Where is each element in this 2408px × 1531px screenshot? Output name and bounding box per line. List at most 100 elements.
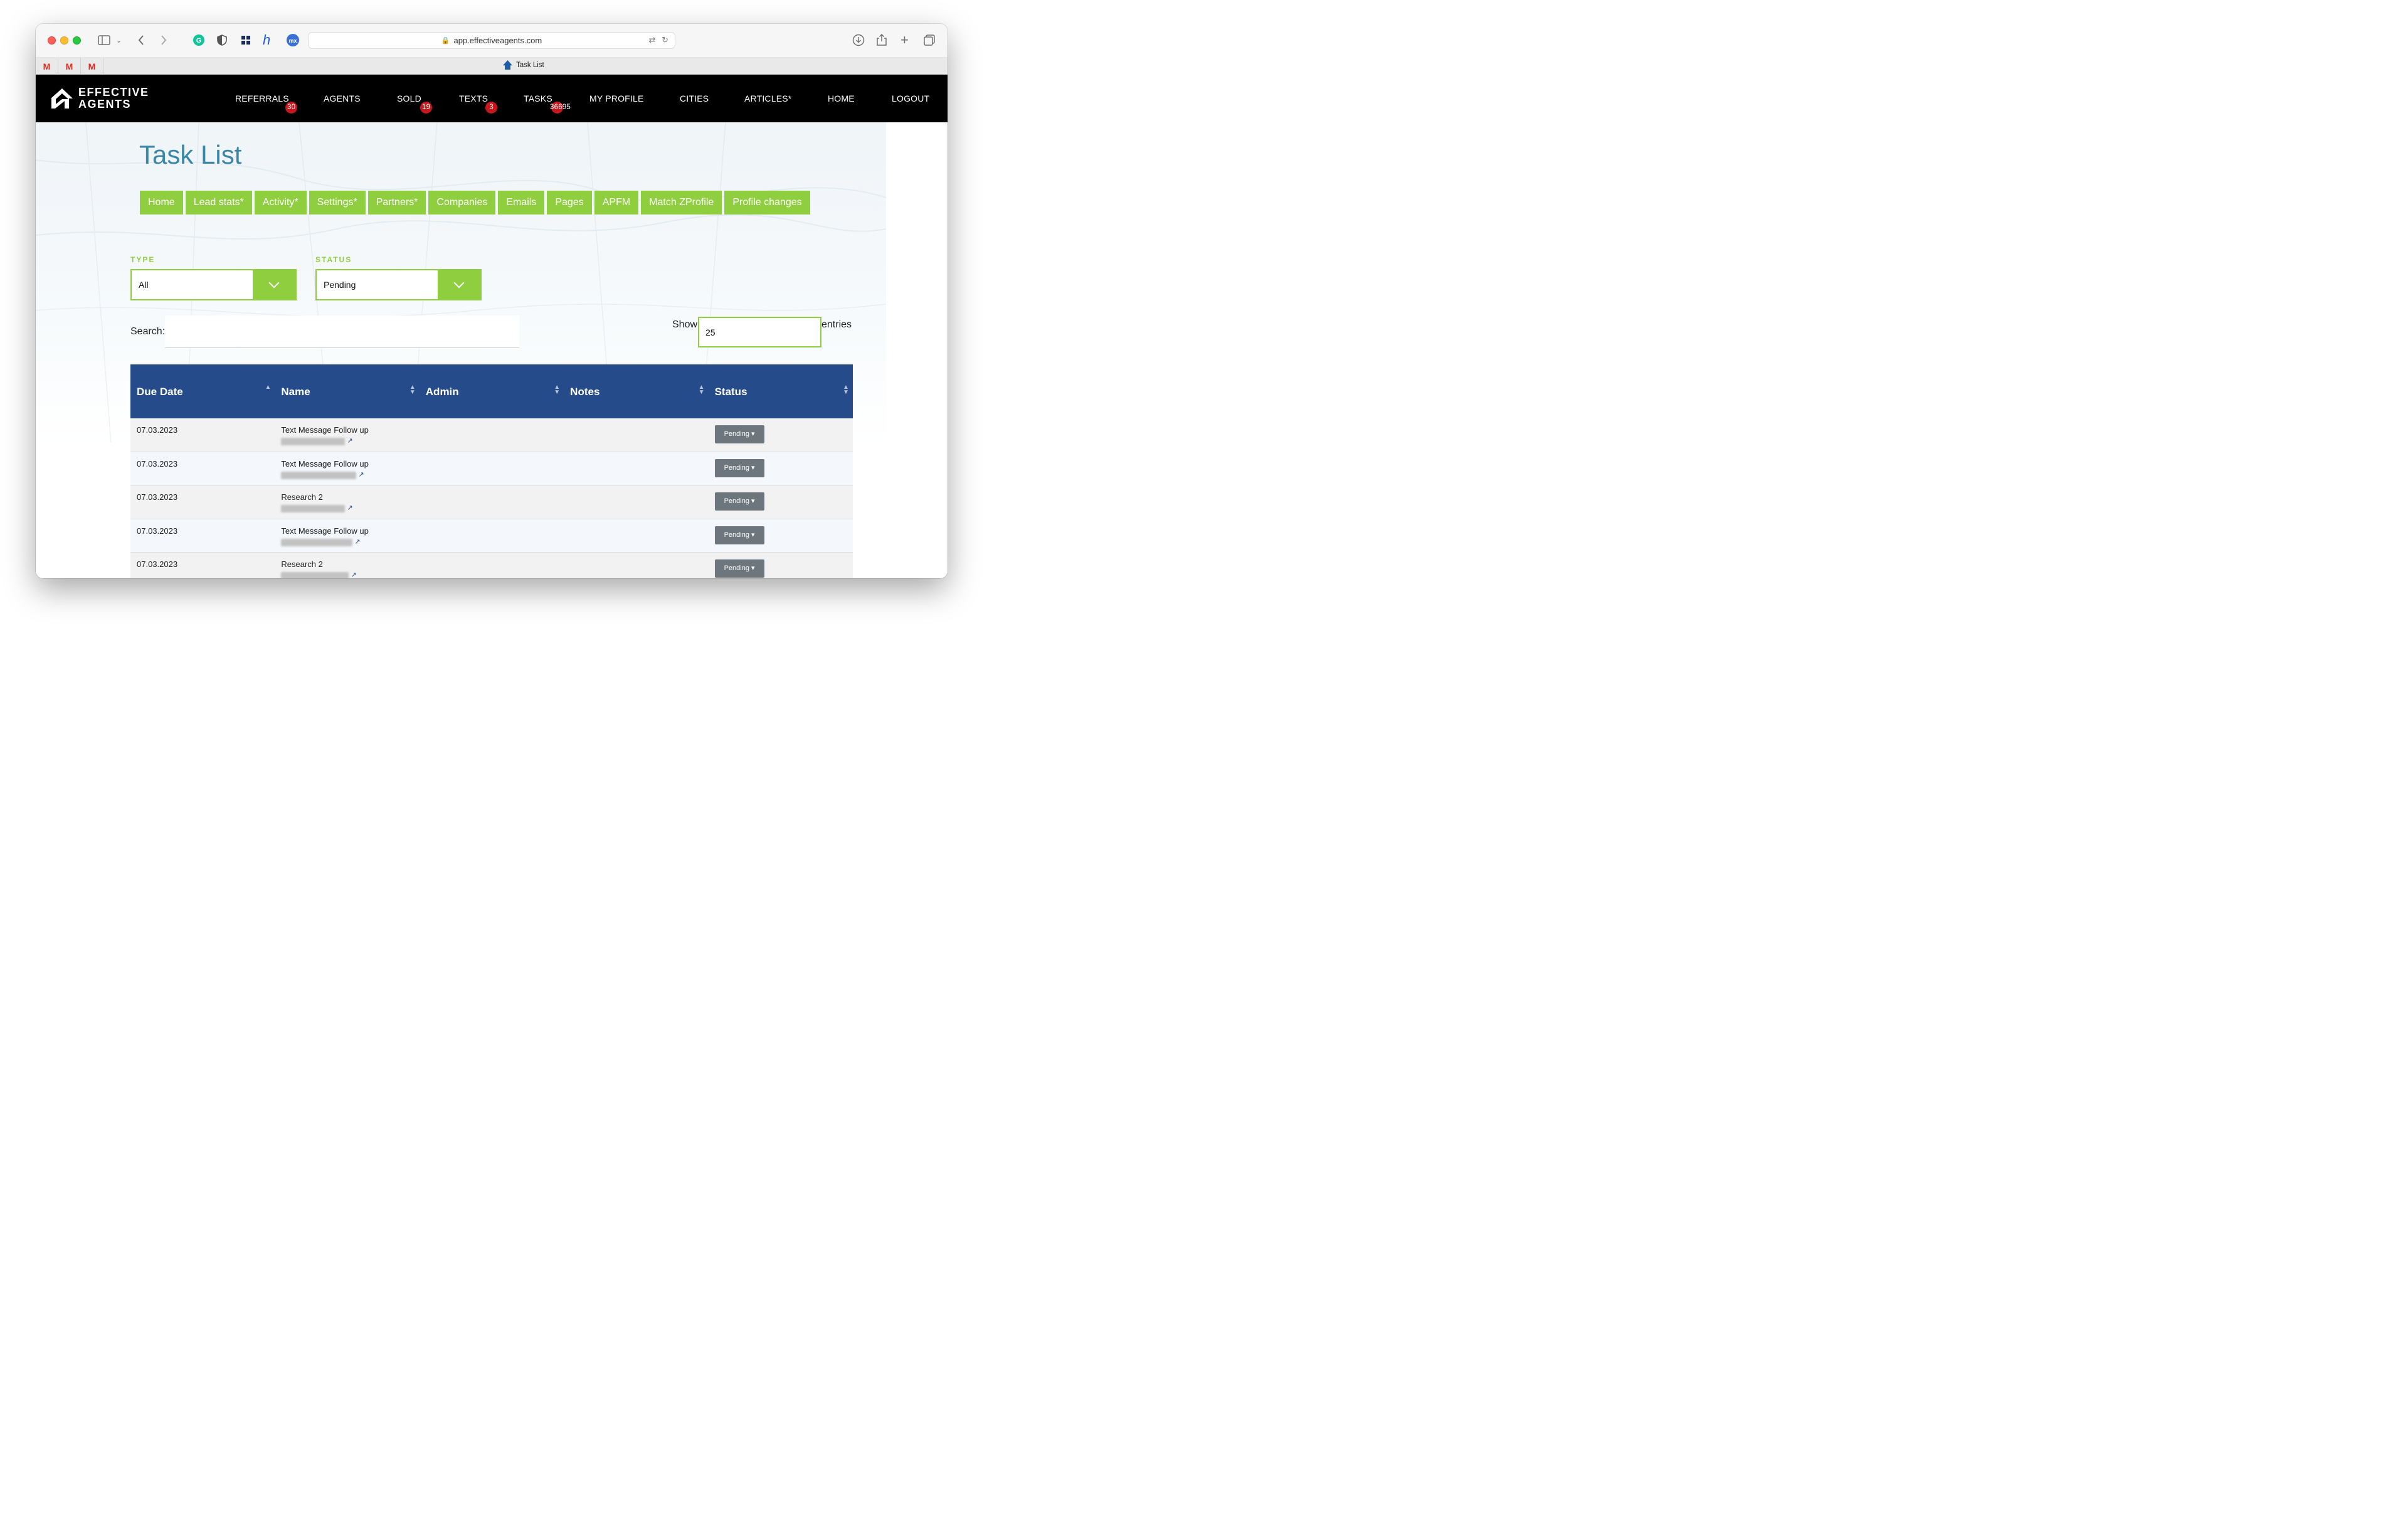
status-dropdown-button[interactable]: Pending ▾ [714, 425, 764, 443]
subnav-profile-changes-button[interactable]: Profile changes [724, 191, 810, 215]
subnav-partners-button[interactable]: Partners* [367, 191, 426, 215]
subnav-match-zprofile-button[interactable]: Match ZProfile [641, 191, 722, 215]
subnav-lead-stats-button[interactable]: Lead stats* [185, 191, 252, 215]
tab-title: Task List [516, 61, 544, 69]
status-cell: Pending ▾ [709, 519, 853, 553]
subnav-home-button[interactable]: Home [140, 191, 183, 215]
nav-sold[interactable]: SOLD 19 [397, 93, 433, 114]
redacted-contact-link[interactable] [281, 438, 346, 446]
status-filter-select[interactable]: Pending [315, 269, 482, 300]
nav-home[interactable]: HOME [828, 93, 855, 103]
nav-articles[interactable]: ARTICLES* [744, 93, 791, 103]
nav-agents[interactable]: AGENTS [324, 93, 361, 103]
nav-label: TEXTS [459, 93, 488, 103]
redacted-contact-link[interactable] [281, 471, 357, 479]
zoom-window-button[interactable] [73, 36, 81, 45]
show-label: Show [672, 319, 698, 330]
nav-tasks[interactable]: TASKS 36695 [524, 93, 571, 114]
chevron-down-icon[interactable] [438, 270, 480, 299]
browser-window: ⌄ G h mx 🔒 app.effectiveagents.com ⇄ ↻ +… [36, 24, 948, 578]
nav-texts[interactable]: TEXTS 3 [459, 93, 497, 114]
subnav-pages-button[interactable]: Pages [547, 191, 592, 215]
subnav-emails-button[interactable]: Emails [498, 191, 545, 215]
type-filter-select[interactable]: All [130, 269, 297, 300]
reload-icon[interactable]: ↻ [662, 35, 668, 45]
redacted-contact-link[interactable] [281, 505, 346, 513]
close-window-button[interactable] [48, 36, 56, 45]
hint-extension-icon[interactable]: h [263, 32, 270, 48]
nav-my-profile[interactable]: MY PROFILE [589, 93, 644, 103]
column-header-notes[interactable]: Notes ▲ ▼ [564, 364, 708, 418]
name-cell: Text Message Follow up ↗ [275, 519, 419, 553]
site-header: EFFECTIVE AGENTS REFERRALS 30 AGENTS SOL… [36, 75, 948, 122]
browser-toolbar: ⌄ G h mx 🔒 app.effectiveagents.com ⇄ ↻ + [36, 24, 948, 58]
share-icon[interactable] [876, 33, 887, 48]
entries-per-page-input[interactable]: 25 [698, 317, 821, 347]
chevron-down-icon[interactable]: ⌄ [116, 33, 122, 48]
notes-cell [564, 485, 708, 519]
tab-overview-icon[interactable] [924, 33, 935, 48]
subnav-settings-button[interactable]: Settings* [309, 191, 366, 215]
redacted-contact-link[interactable] [281, 538, 353, 546]
external-link-icon[interactable]: ↗ [347, 437, 352, 445]
subnav-companies-button[interactable]: Companies [428, 191, 496, 215]
chevron-down-icon[interactable] [253, 270, 295, 299]
sold-count-badge: 19 [420, 102, 433, 114]
status-cell: Pending ▾ [709, 485, 853, 519]
entries-label: entries [821, 319, 852, 330]
tasks-count-badge: 36695 [550, 102, 571, 114]
download-icon[interactable] [852, 33, 865, 48]
site-logo[interactable]: EFFECTIVE AGENTS [51, 87, 149, 110]
pinned-tab-gmail-3[interactable]: M [81, 58, 103, 75]
grid-extension-icon[interactable] [241, 33, 251, 48]
pinned-tab-gmail-1[interactable]: M [36, 58, 58, 75]
table-row: 07.03.2023 Research 2 ↗ Pending ▾ [130, 553, 853, 578]
external-link-icon[interactable]: ↗ [347, 504, 352, 512]
nav-referrals[interactable]: REFERRALS 30 [235, 93, 298, 114]
active-tab[interactable]: Task List [503, 60, 544, 70]
tab-bar: M M M Task List [36, 58, 948, 75]
nav-logout[interactable]: LOGOUT [892, 93, 929, 103]
name-cell: Research 2 ↗ [275, 553, 419, 578]
column-header-due-date[interactable]: Due Date ▲ [130, 364, 275, 418]
translate-icon[interactable]: ⇄ [649, 35, 656, 45]
forward-arrow-icon[interactable] [160, 33, 167, 48]
subnav-apfm-button[interactable]: APFM [594, 191, 639, 215]
table-header: Due Date ▲ Name ▲ ▼ Admin ▲ ▼ Notes ▲ ▼ Sta… [130, 364, 853, 418]
new-tab-plus-icon[interactable]: + [900, 32, 909, 48]
nav-label: ARTICLES* [744, 93, 792, 103]
search-input[interactable] [165, 315, 519, 348]
main-content: Task List Home Lead stats* Activity* Set… [36, 122, 948, 578]
admin-subnav: Home Lead stats* Activity* Settings* Par… [140, 191, 810, 215]
status-filter-label: STATUS [315, 255, 352, 264]
external-link-icon[interactable]: ↗ [351, 571, 356, 578]
admin-cell [420, 452, 564, 485]
notes-cell [564, 452, 708, 485]
sidebar-toggle-icon[interactable] [97, 33, 111, 48]
status-dropdown-button[interactable]: Pending ▾ [714, 492, 764, 511]
status-dropdown-button[interactable]: Pending ▾ [714, 559, 764, 578]
address-bar[interactable]: 🔒 app.effectiveagents.com ⇄ ↻ [308, 32, 675, 49]
redacted-contact-link[interactable] [281, 572, 349, 578]
pinned-tab-gmail-2[interactable]: M [58, 58, 81, 75]
external-link-icon[interactable]: ↗ [358, 471, 364, 479]
back-arrow-icon[interactable] [137, 33, 145, 48]
minimize-window-button[interactable] [60, 36, 68, 45]
subnav-activity-button[interactable]: Activity* [254, 191, 307, 215]
task-name: Research 2 [281, 492, 323, 502]
external-link-icon[interactable]: ↗ [354, 538, 360, 546]
status-dropdown-button[interactable]: Pending ▾ [714, 458, 764, 477]
mx-extension-icon[interactable]: mx [286, 33, 300, 48]
shield-extension-icon[interactable] [217, 33, 227, 48]
notes-cell [564, 553, 708, 578]
grammarly-extension-icon[interactable]: G [193, 33, 205, 48]
admin-cell [420, 553, 564, 578]
nav-cities[interactable]: CITIES [680, 93, 709, 103]
column-header-name[interactable]: Name ▲ ▼ [275, 364, 419, 418]
texts-count-badge: 3 [485, 102, 497, 114]
house-logo-icon [51, 88, 73, 109]
column-header-admin[interactable]: Admin ▲ ▼ [420, 364, 564, 418]
status-dropdown-button[interactable]: Pending ▾ [714, 526, 764, 544]
sort-icon: ▲ ▼ [409, 384, 416, 396]
column-header-status[interactable]: Status ▲ ▼ [709, 364, 853, 418]
